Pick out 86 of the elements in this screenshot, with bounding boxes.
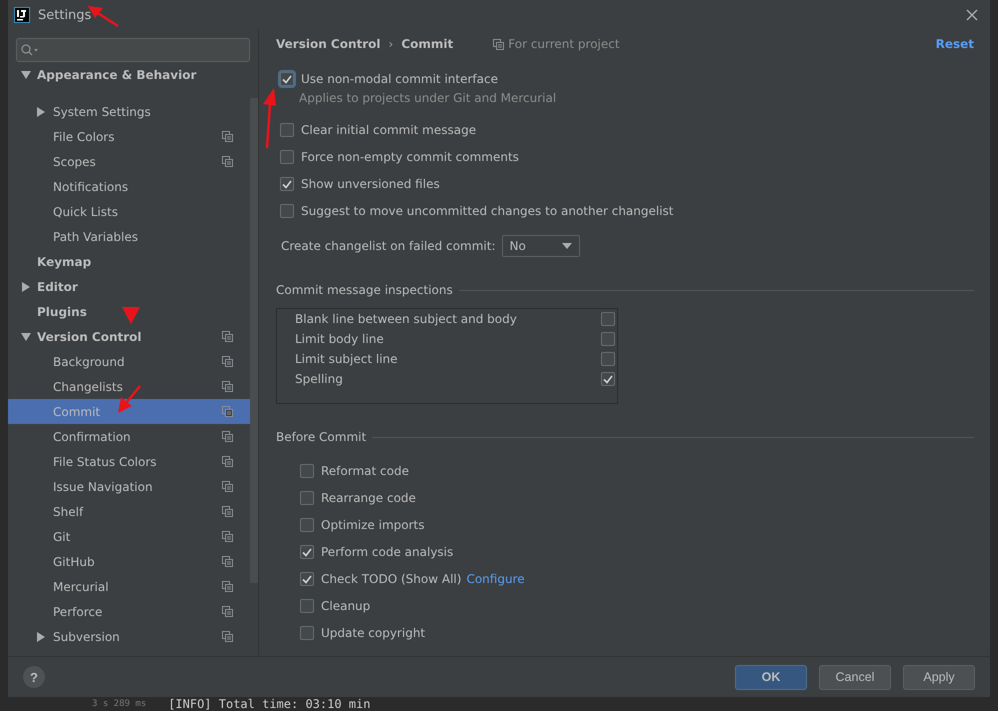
reset-link[interactable]: Reset bbox=[936, 37, 974, 51]
breadcrumb-item: Commit bbox=[401, 37, 454, 51]
option-label: Rearrange code bbox=[321, 491, 416, 505]
option-hint: Applies to projects under Git and Mercurial bbox=[299, 91, 558, 105]
annotation-arrow bbox=[262, 88, 276, 150]
tree-item[interactable]: Git bbox=[8, 524, 250, 549]
project-scope-icon bbox=[493, 38, 504, 50]
option-label: Show unversioned files bbox=[301, 177, 440, 191]
checkbox[interactable] bbox=[300, 599, 314, 613]
field-label: Create changelist on failed commit: bbox=[281, 239, 496, 253]
checkbox[interactable] bbox=[300, 626, 314, 640]
checkbox[interactable] bbox=[300, 518, 314, 532]
option-label: Reformat code bbox=[321, 464, 409, 478]
checkbox[interactable] bbox=[300, 572, 314, 586]
check-icon bbox=[302, 548, 312, 556]
console-duration: 3 s 289 ms bbox=[92, 699, 146, 709]
tree-item[interactable]: Issue Navigation bbox=[8, 474, 250, 499]
checkbox[interactable] bbox=[280, 177, 294, 191]
tree-item[interactable]: Mercurial bbox=[8, 574, 250, 599]
tree-item[interactable]: Confirmation bbox=[8, 424, 250, 449]
inspection-name: Limit body line bbox=[295, 332, 384, 346]
search-icon bbox=[21, 44, 39, 56]
breadcrumb-item[interactable]: Version Control bbox=[276, 37, 381, 51]
checkbox[interactable] bbox=[300, 464, 314, 478]
annotation-arrow bbox=[122, 307, 140, 325]
tree-item[interactable]: Plugins bbox=[8, 299, 250, 324]
checkbox[interactable] bbox=[300, 545, 314, 559]
breadcrumb-separator: › bbox=[388, 37, 394, 51]
close-icon bbox=[966, 9, 978, 21]
configure-link[interactable]: Configure bbox=[466, 572, 525, 586]
tree-item[interactable]: Background bbox=[8, 349, 250, 374]
tree-item[interactable]: GitHub bbox=[8, 549, 250, 574]
check-icon bbox=[302, 574, 312, 584]
tree-item[interactable]: Changelists bbox=[8, 374, 250, 399]
option-label: Use non-modal commit interface bbox=[301, 72, 498, 86]
checkbox[interactable] bbox=[601, 352, 615, 366]
tree-item[interactable]: System Settings bbox=[8, 99, 250, 124]
checkbox[interactable] bbox=[601, 372, 615, 386]
ij-mark-icon bbox=[14, 7, 30, 23]
option-label: Suggest to move uncommitted changes to another changelist bbox=[301, 204, 674, 218]
dialog-button[interactable]: Apply bbox=[903, 664, 975, 690]
tree-item[interactable]: Version Control bbox=[8, 324, 250, 349]
scrollbar[interactable] bbox=[250, 98, 258, 583]
option-label: Update copyright bbox=[321, 626, 426, 640]
checkbox[interactable] bbox=[280, 123, 294, 137]
dialog-button[interactable]: OK bbox=[735, 664, 807, 690]
option-label: Clear initial commit message bbox=[301, 123, 476, 137]
console-line: [INFO] Total time: 03:10 min bbox=[168, 697, 370, 711]
window-title: Settings bbox=[38, 8, 92, 22]
checkbox[interactable] bbox=[280, 204, 294, 218]
tree-item[interactable]: Notifications bbox=[8, 174, 250, 199]
search-field[interactable] bbox=[16, 38, 250, 62]
checkbox[interactable] bbox=[601, 312, 615, 326]
check-icon bbox=[603, 374, 613, 384]
tree-item[interactable]: Keymap bbox=[8, 249, 250, 274]
tree-item[interactable]: File Colors bbox=[8, 124, 250, 149]
option-label: Optimize imports bbox=[321, 518, 424, 532]
inspection-name: Limit subject line bbox=[295, 352, 398, 366]
tree-item[interactable]: Appearance & Behavior bbox=[8, 62, 250, 87]
tree-item[interactable]: Subversion bbox=[8, 624, 250, 649]
inspection-name: Spelling bbox=[295, 372, 343, 386]
tree-item[interactable]: Path Variables bbox=[8, 224, 250, 249]
tree-item[interactable]: File Status Colors bbox=[8, 449, 250, 474]
inspection-name: Blank line between subject and body bbox=[295, 312, 517, 326]
tree-item[interactable]: Editor bbox=[8, 274, 250, 299]
option-label: Check TODO (Show All) bbox=[321, 572, 462, 586]
section-title: Commit message inspections bbox=[276, 283, 453, 297]
check-icon bbox=[282, 74, 292, 84]
tree-item[interactable]: Shelf bbox=[8, 499, 250, 524]
option-label: Perform code analysis bbox=[321, 545, 454, 559]
tree-item[interactable]: Perforce bbox=[8, 599, 250, 624]
changelist-dropdown[interactable]: No bbox=[502, 235, 580, 257]
help-button[interactable]: ? bbox=[23, 666, 45, 688]
scope-label: For current project bbox=[508, 37, 620, 51]
dropdown-arrow-icon bbox=[562, 243, 572, 249]
tree-item[interactable]: Scopes bbox=[8, 149, 250, 174]
checkbox[interactable] bbox=[280, 150, 294, 164]
option-label: Force non-empty commit comments bbox=[301, 150, 519, 164]
dialog-button[interactable]: Cancel bbox=[819, 664, 891, 690]
check-icon bbox=[282, 180, 292, 188]
option-label: Cleanup bbox=[321, 599, 370, 613]
tree-item[interactable]: Quick Lists bbox=[8, 199, 250, 224]
section-title: Before Commit bbox=[276, 430, 366, 444]
checkbox[interactable] bbox=[300, 491, 314, 505]
checkbox[interactable] bbox=[280, 72, 294, 86]
checkbox[interactable] bbox=[601, 332, 615, 346]
